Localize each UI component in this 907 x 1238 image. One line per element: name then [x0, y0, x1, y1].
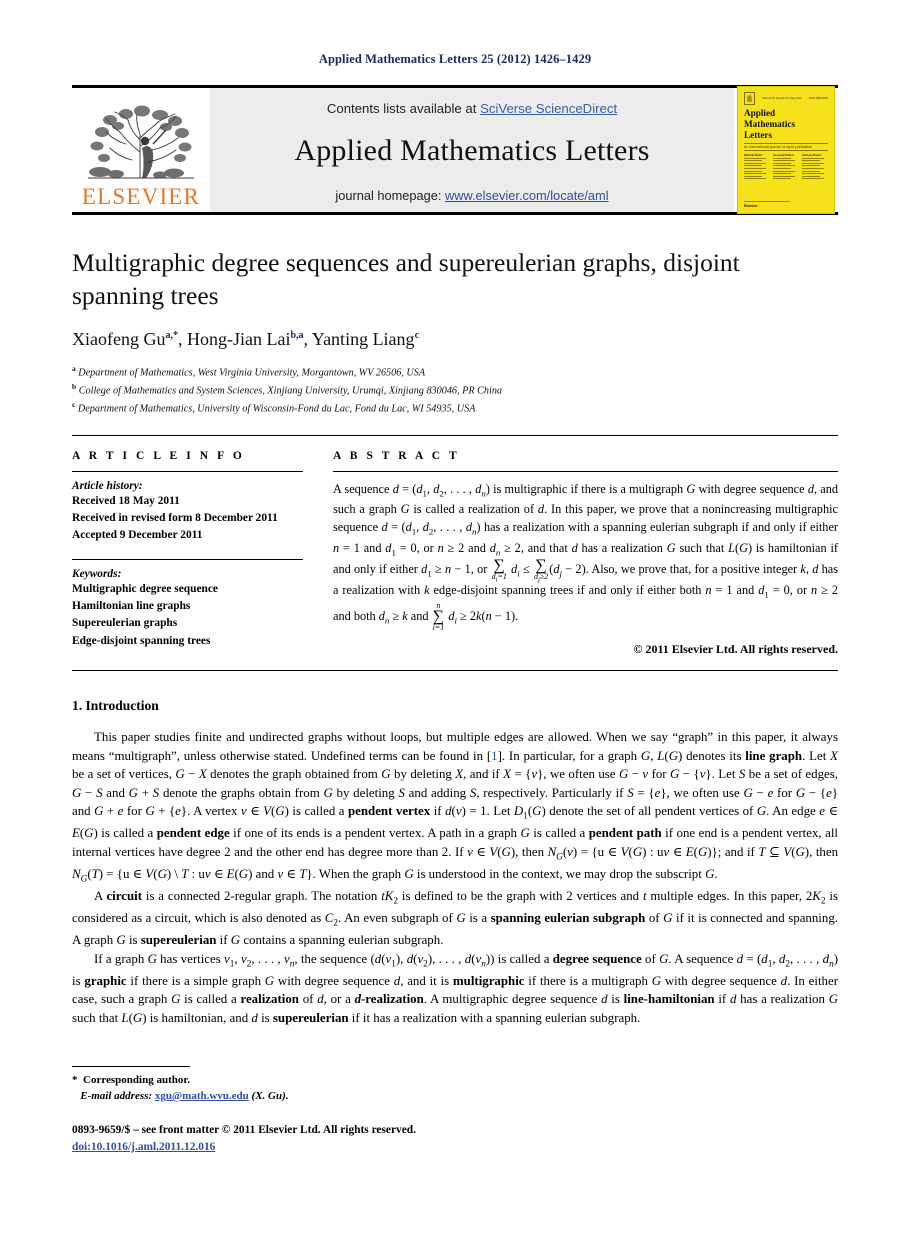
running-head: Applied Mathematics Letters 25 (2012) 14… — [318, 52, 592, 66]
keyword-item: Edge-disjoint spanning trees — [72, 634, 211, 647]
footnote-block: * Corresponding author. E-mail address: … — [72, 1066, 542, 1156]
journal-homepage-link[interactable]: www.elsevier.com/locate/aml — [445, 188, 609, 203]
asterisk-icon: * — [72, 1074, 78, 1086]
email-label: E-mail address: — [80, 1089, 153, 1102]
author-name: Hong-Jian Lai — [186, 329, 291, 350]
cover-title-line3: Letters — [744, 129, 773, 140]
abstract-heading: A B S T R A C T — [333, 449, 460, 462]
cover-subtitle: an international journal of rapid public… — [744, 142, 828, 151]
cover-top-row: Volume 25, Number 10, May 2012 ISSN 0893… — [744, 92, 828, 105]
body-paragraph: A circuit is a connected 2-regular graph… — [72, 889, 839, 947]
cover-issue-line: Volume 25, Number 10, May 2012 — [762, 97, 802, 100]
journal-homepage-line: journal homepage: www.elsevier.com/locat… — [210, 188, 734, 203]
cover-column: Editorial Board — [744, 154, 770, 181]
keyword-item: Hamiltonian line graphs — [72, 600, 191, 613]
journal-title: Applied Mathematics Letters — [294, 134, 650, 167]
elsevier-logo: ELSEVIER — [72, 88, 210, 212]
abstract-text: A sequence d = (d1, d2, . . . , dn) is m… — [333, 481, 839, 632]
paper-page: Applied Mathematics Letters 25 (2012) 14… — [0, 0, 907, 1238]
keywords-label: Keywords: — [72, 568, 122, 581]
cover-footer: Elsevier — [744, 201, 828, 208]
affiliation-item: a Department of Mathematics, West Virgin… — [72, 363, 838, 381]
corresponding-author-text: Corresponding author. — [83, 1074, 190, 1086]
citation-link-1[interactable]: 1 — [491, 749, 497, 763]
email-link[interactable]: xgu@math.wvu.edu — [155, 1090, 249, 1102]
article-info-column: A R T I C L E I N F O Article history: R… — [72, 450, 325, 657]
cover-title: Applied Mathematics Letters — [744, 108, 828, 141]
imprint-block: 0893-9659/$ – see front matter © 2011 El… — [72, 1122, 542, 1156]
cover-col3-head: Advisory Board — [802, 153, 821, 157]
keyword-item: Supereulerian graphs — [72, 617, 178, 630]
abstract-rule — [333, 470, 838, 472]
affiliation-text: Department of Mathematics, West Virginia… — [78, 367, 426, 379]
author-affil-mark: a,* — [165, 330, 178, 342]
author-name: Yanting Liang — [311, 329, 415, 350]
cover-col1-head: Editorial Board — [744, 153, 762, 157]
author-affil-mark: b,a — [290, 330, 304, 342]
journal-cover-thumbnail: Volume 25, Number 10, May 2012 ISSN 0893… — [734, 86, 838, 214]
doi-link[interactable]: doi:10.1016/j.aml.2011.12.016 — [72, 1141, 215, 1153]
email-suffix: (X. Gu). — [251, 1089, 289, 1102]
elsevier-wordmark: ELSEVIER — [81, 184, 201, 209]
cover-issn-line: ISSN 0893-9659 — [808, 97, 828, 100]
info-bottom-rule — [72, 669, 838, 671]
homepage-prefix: journal homepage: — [335, 188, 445, 203]
affiliation-mark: a — [72, 364, 76, 374]
article-info-heading: A R T I C L E I N F O — [72, 449, 245, 462]
title-block: Multigraphic degree sequences and supere… — [72, 247, 838, 417]
keywords-rule — [72, 559, 303, 561]
body-paragraph: This paper studies finite and undirected… — [72, 729, 839, 885]
article-history-item: Received 18 May 2011 — [72, 494, 180, 507]
author-list: Xiaofeng Gua,*, Hong-Jian Laib,a, Yantin… — [72, 329, 420, 350]
author-name: Xiaofeng Gu — [72, 329, 166, 350]
section-heading-introduction: 1. Introduction — [72, 697, 159, 713]
masthead-bottom-rule — [72, 212, 838, 215]
article-history-item: Received in revised form 8 December 2011 — [72, 512, 278, 525]
footnote-rule — [72, 1066, 190, 1067]
author-affil-mark: c — [414, 330, 420, 342]
sciencedirect-link[interactable]: SciVerse ScienceDirect — [480, 101, 617, 116]
abstract-copyright: © 2011 Elsevier Ltd. All rights reserved… — [633, 641, 838, 656]
info-abstract-row: A R T I C L E I N F O Article history: R… — [72, 450, 838, 657]
cover-title-line1: Applied — [744, 108, 776, 118]
article-history-item: Accepted 9 December 2011 — [72, 529, 203, 542]
body-paragraph: If a graph G has vertices v1, v2, . . . … — [72, 951, 839, 1025]
cover-tree-icon — [744, 92, 755, 105]
article-history-label: Article history: — [72, 479, 143, 492]
email-note: E-mail address: xgu@math.wvu.edu (X. Gu)… — [72, 1089, 542, 1105]
cover-col2-head: Associate Editors — [773, 153, 795, 157]
keyword-item: Multigraphic degree sequence — [72, 583, 218, 596]
cover-brand: Elsevier — [744, 204, 758, 208]
cover-editor-columns: Editorial Board Associate Editors Adviso… — [744, 154, 828, 181]
cover-column: Advisory Board — [802, 154, 828, 181]
imprint-line: 0893-9659/$ – see front matter © 2011 El… — [72, 1123, 416, 1136]
contents-prefix: Contents lists available at — [326, 101, 481, 116]
page-title: Multigraphic degree sequences and supere… — [72, 248, 740, 310]
affiliation-text: Department of Mathematics, University of… — [77, 403, 476, 415]
contents-available-line: Contents lists available at SciVerse Sci… — [210, 101, 734, 116]
affiliation-text: College of Mathematics and System Scienc… — [78, 385, 503, 397]
info-top-rule — [72, 434, 838, 436]
affiliation-mark: c — [72, 400, 76, 410]
affiliation-item: b College of Mathematics and System Scie… — [72, 381, 838, 399]
cover-column: Associate Editors — [773, 154, 799, 181]
journal-masthead: ELSEVIER Contents lists available at Sci… — [72, 85, 838, 215]
article-info-rule — [72, 470, 303, 472]
masthead-center: Contents lists available at SciVerse Sci… — [210, 88, 734, 212]
elsevier-tree-icon — [82, 100, 200, 184]
abstract-column: A B S T R A C T A sequence d = (d1, d2, … — [325, 450, 838, 657]
page-content: Applied Mathematics Letters 25 (2012) 14… — [72, 0, 838, 1028]
cover-title-line2: Mathematics — [744, 118, 796, 129]
affiliation-list: a Department of Mathematics, West Virgin… — [72, 363, 838, 417]
corresponding-author-note: * Corresponding author. — [72, 1073, 542, 1089]
affiliation-mark: b — [72, 382, 77, 392]
affiliation-item: c Department of Mathematics, University … — [72, 399, 838, 417]
